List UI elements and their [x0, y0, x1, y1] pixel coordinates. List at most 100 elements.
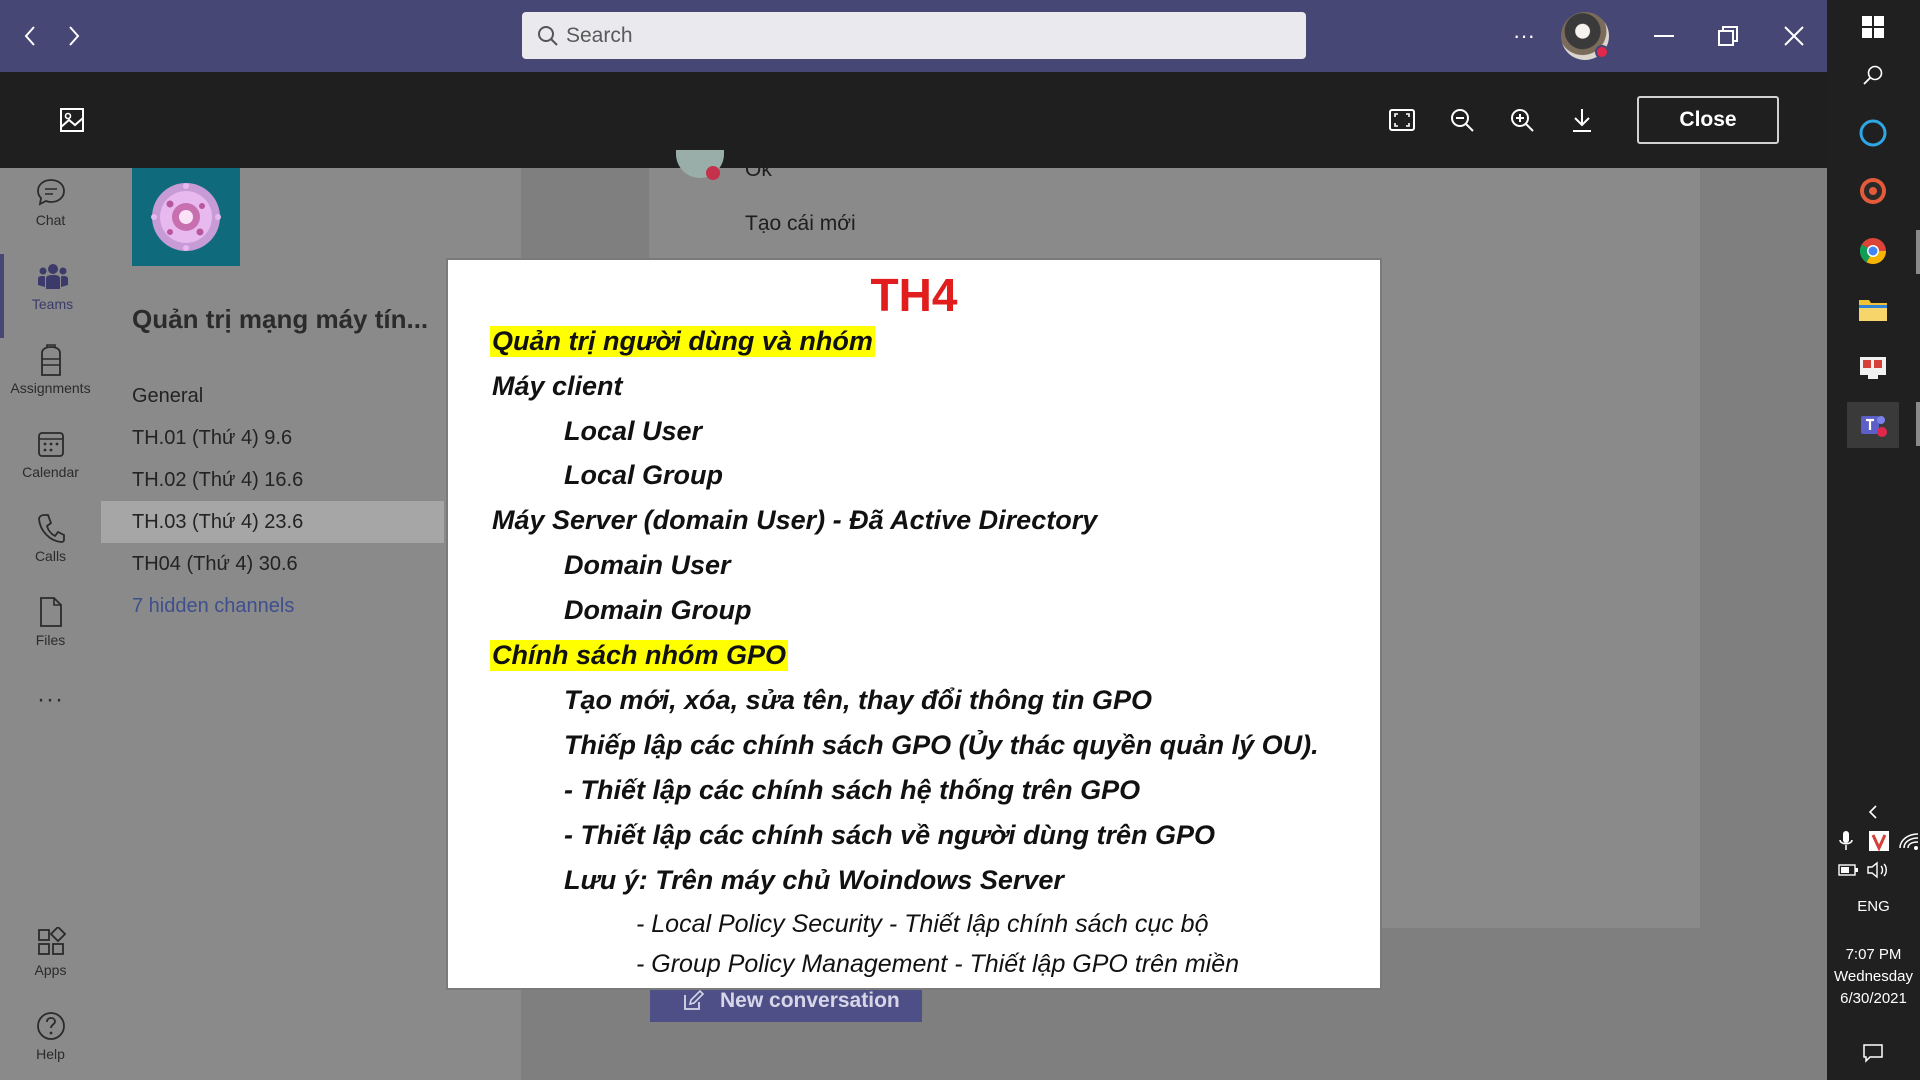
clock-date[interactable]: 6/30/2021 [1827, 990, 1920, 1007]
microphone-icon[interactable] [1838, 830, 1854, 852]
search-icon[interactable] [1847, 52, 1899, 98]
image-preview: TH4 Quản trị người dùng và nhóm Máy clie… [446, 258, 1382, 990]
search-box[interactable] [522, 12, 1306, 59]
rail-item-files[interactable]: Files [0, 590, 101, 674]
notification-icon[interactable] [1847, 1030, 1899, 1076]
preview-heading: Quản trị người dùng và nhóm [490, 326, 875, 357]
team-logo [132, 168, 240, 266]
channel-label: TH.03 (Thứ 4) 23.6 [132, 510, 304, 533]
taskbar-indicator [1916, 402, 1920, 446]
hidden-channels-label: 7 hidden channels [132, 594, 295, 617]
remote-app-icon[interactable] [1847, 344, 1899, 390]
rail-item-help[interactable]: Help [0, 1004, 101, 1080]
preview-line: - Group Policy Management - Thiết lập GP… [636, 950, 1240, 978]
preview-line: - Thiết lập các chính sách hệ thống trên… [564, 775, 1141, 805]
clock-time[interactable]: 7:07 PM [1827, 946, 1920, 963]
channel-label: TH.01 (Thứ 4) 9.6 [132, 426, 293, 449]
preview-line: Domain User [564, 550, 731, 580]
team-name[interactable]: Quản trị mạng máy tín... [132, 304, 428, 335]
teams-taskbar-icon[interactable] [1847, 402, 1899, 448]
channel-item[interactable]: General [101, 375, 444, 417]
search-input[interactable] [566, 23, 1306, 48]
channel-item[interactable]: TH.01 (Thứ 4) 9.6 [101, 417, 444, 459]
status-badge [706, 166, 720, 180]
assignments-icon [33, 342, 69, 378]
more-options-icon[interactable]: ··· [1510, 22, 1538, 50]
zoom-in-icon[interactable] [1504, 102, 1540, 138]
preview-line: Lưu ý: Trên máy chủ Woindows Server [564, 865, 1064, 895]
language-indicator[interactable]: ENG [1827, 898, 1920, 915]
rail-item-calendar[interactable]: Calendar [0, 422, 101, 506]
files-icon [33, 594, 69, 630]
preview-line: Domain Group [564, 595, 752, 625]
preview-line: Tạo mới, xóa, sửa tên, thay đổi thông ti… [564, 685, 1152, 715]
message-text: Tạo cái mới [745, 212, 856, 235]
preview-line: Local User [564, 416, 703, 446]
channel-label: TH.02 (Thứ 4) 16.6 [132, 468, 304, 491]
preview-title: TH4 [870, 269, 958, 321]
rail-label: Files [35, 632, 66, 648]
help-icon [33, 1008, 69, 1044]
hidden-channels-link[interactable]: 7 hidden channels [101, 585, 444, 627]
image-viewer-toolbar [0, 72, 1827, 168]
media-player-icon[interactable] [1847, 168, 1899, 214]
status-badge [1595, 45, 1609, 59]
forward-arrow-icon[interactable] [60, 20, 88, 52]
chat-icon [33, 174, 69, 210]
rail-label: Help [36, 1046, 65, 1062]
volume-icon[interactable] [1866, 860, 1892, 880]
taskbar-indicator [1916, 230, 1920, 274]
rail-label: Calls [34, 548, 67, 564]
rail-item-chat[interactable]: Chat [0, 170, 101, 254]
rail-label: Calendar [22, 464, 79, 480]
preview-line: Máy client [492, 371, 623, 401]
preview-heading: Chính sách nhóm GPO [490, 640, 789, 671]
preview-line: - Thiết lập các chính sách về người dùng… [564, 820, 1216, 850]
rail-label: Teams [31, 296, 74, 312]
rail-item-apps[interactable]: Apps [0, 920, 101, 1004]
rail-label: Chat [35, 212, 66, 228]
search-icon [536, 24, 560, 48]
close-viewer-button[interactable]: Close [1637, 96, 1779, 144]
more-apps-icon[interactable]: ··· [0, 686, 101, 714]
minimize-icon[interactable] [1650, 22, 1678, 50]
back-arrow-icon[interactable] [16, 20, 44, 52]
image-icon [54, 102, 90, 138]
calendar-icon [33, 426, 69, 462]
channel-item[interactable]: TH.02 (Thứ 4) 16.6 [101, 459, 444, 501]
compose-icon [682, 990, 704, 1012]
preview-line: - Local Policy Security - Thiết lập chín… [636, 910, 1209, 938]
windows-taskbar [1827, 0, 1920, 1080]
chrome-icon[interactable] [1847, 228, 1899, 274]
rail-item-teams[interactable]: Teams [0, 254, 101, 338]
cortana-icon[interactable] [1847, 110, 1899, 156]
file-explorer-icon[interactable] [1847, 286, 1899, 332]
channel-label: General [132, 384, 204, 407]
rail-item-assignments[interactable]: Assignments [0, 338, 101, 422]
calls-icon [33, 510, 69, 546]
rail-item-calls[interactable]: Calls [0, 506, 101, 590]
windows-start-icon[interactable] [1847, 4, 1899, 50]
preview-line: Máy Server (domain User) - Đã Active Dir… [492, 505, 1098, 535]
chevron-left-icon[interactable] [1847, 800, 1899, 824]
fit-to-screen-icon[interactable] [1384, 102, 1420, 138]
restore-icon[interactable] [1714, 22, 1742, 50]
new-conversation-label: New conversation [720, 989, 900, 1012]
close-icon[interactable] [1780, 22, 1808, 50]
download-icon[interactable] [1564, 102, 1600, 138]
zoom-out-icon[interactable] [1444, 102, 1480, 138]
battery-icon[interactable] [1838, 862, 1860, 878]
preview-line: Local Group [564, 460, 724, 490]
apps-icon [33, 924, 69, 960]
antivirus-icon[interactable] [1868, 830, 1890, 852]
rail-label: Assignments [10, 380, 91, 396]
teams-icon [35, 258, 71, 294]
channel-item-selected[interactable]: TH.03 (Thứ 4) 23.6 [101, 501, 444, 543]
wifi-icon[interactable] [1898, 830, 1920, 852]
clock-day[interactable]: Wednesday [1827, 968, 1920, 985]
channel-label: TH04 (Thứ 4) 30.6 [132, 552, 298, 575]
channel-item[interactable]: TH04 (Thứ 4) 30.6 [101, 543, 444, 585]
rail-label: Apps [34, 962, 67, 978]
message-text: Ok [745, 158, 772, 181]
preview-line: Thiếp lập các chính sách GPO (Ủy thác qu… [564, 730, 1319, 760]
